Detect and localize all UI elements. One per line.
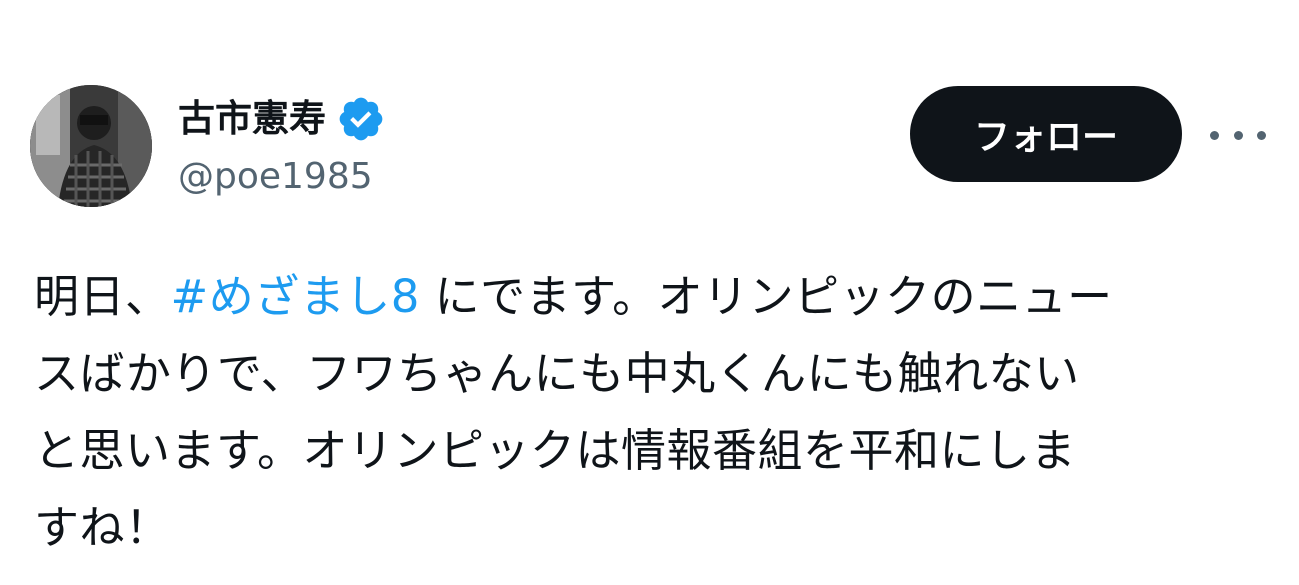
display-name[interactable]: 古市憲寿 (178, 93, 326, 145)
tweet-text-line-1: 明日、#めざまし8 にでます。オリンピックのニュー (34, 258, 1274, 335)
tweet-text-segment: 明日、 (34, 270, 171, 323)
avatar-photo (30, 85, 152, 207)
more-dot (1257, 130, 1266, 140)
display-name-row: 古市憲寿 (178, 93, 738, 145)
user-names: 古市憲寿 @poe1985 (178, 93, 738, 199)
tweet-text-line-4: すね！ (34, 501, 171, 554)
verified-badge-icon (336, 94, 386, 144)
hashtag-link[interactable]: #めざまし8 (171, 270, 420, 323)
tweet-card: 古市憲寿 @poe1985 フォロー 明日、#めざまし8 にでます。オリンピック… (0, 0, 1299, 585)
tweet-text: 明日、#めざまし8 にでます。オリンピックのニュー スばかりで、フワちゃんにも中… (34, 258, 1274, 566)
user-handle[interactable]: @poe1985 (178, 155, 738, 199)
more-dot (1210, 130, 1219, 140)
tweet-text-line-2: スばかりで、フワちゃんにも中丸くんにも触れない (34, 347, 1080, 400)
tweet-text-segment: にでます。オリンピックのニュー (419, 270, 1113, 323)
tweet-header: 古市憲寿 @poe1985 フォロー (30, 85, 1270, 209)
more-options-icon[interactable] (1210, 115, 1266, 155)
tweet-text-line-3: と思います。オリンピックは情報番組を平和にしま (34, 424, 1077, 477)
avatar[interactable] (30, 85, 152, 207)
follow-button[interactable]: フォロー (910, 86, 1182, 182)
more-dot (1233, 130, 1243, 140)
